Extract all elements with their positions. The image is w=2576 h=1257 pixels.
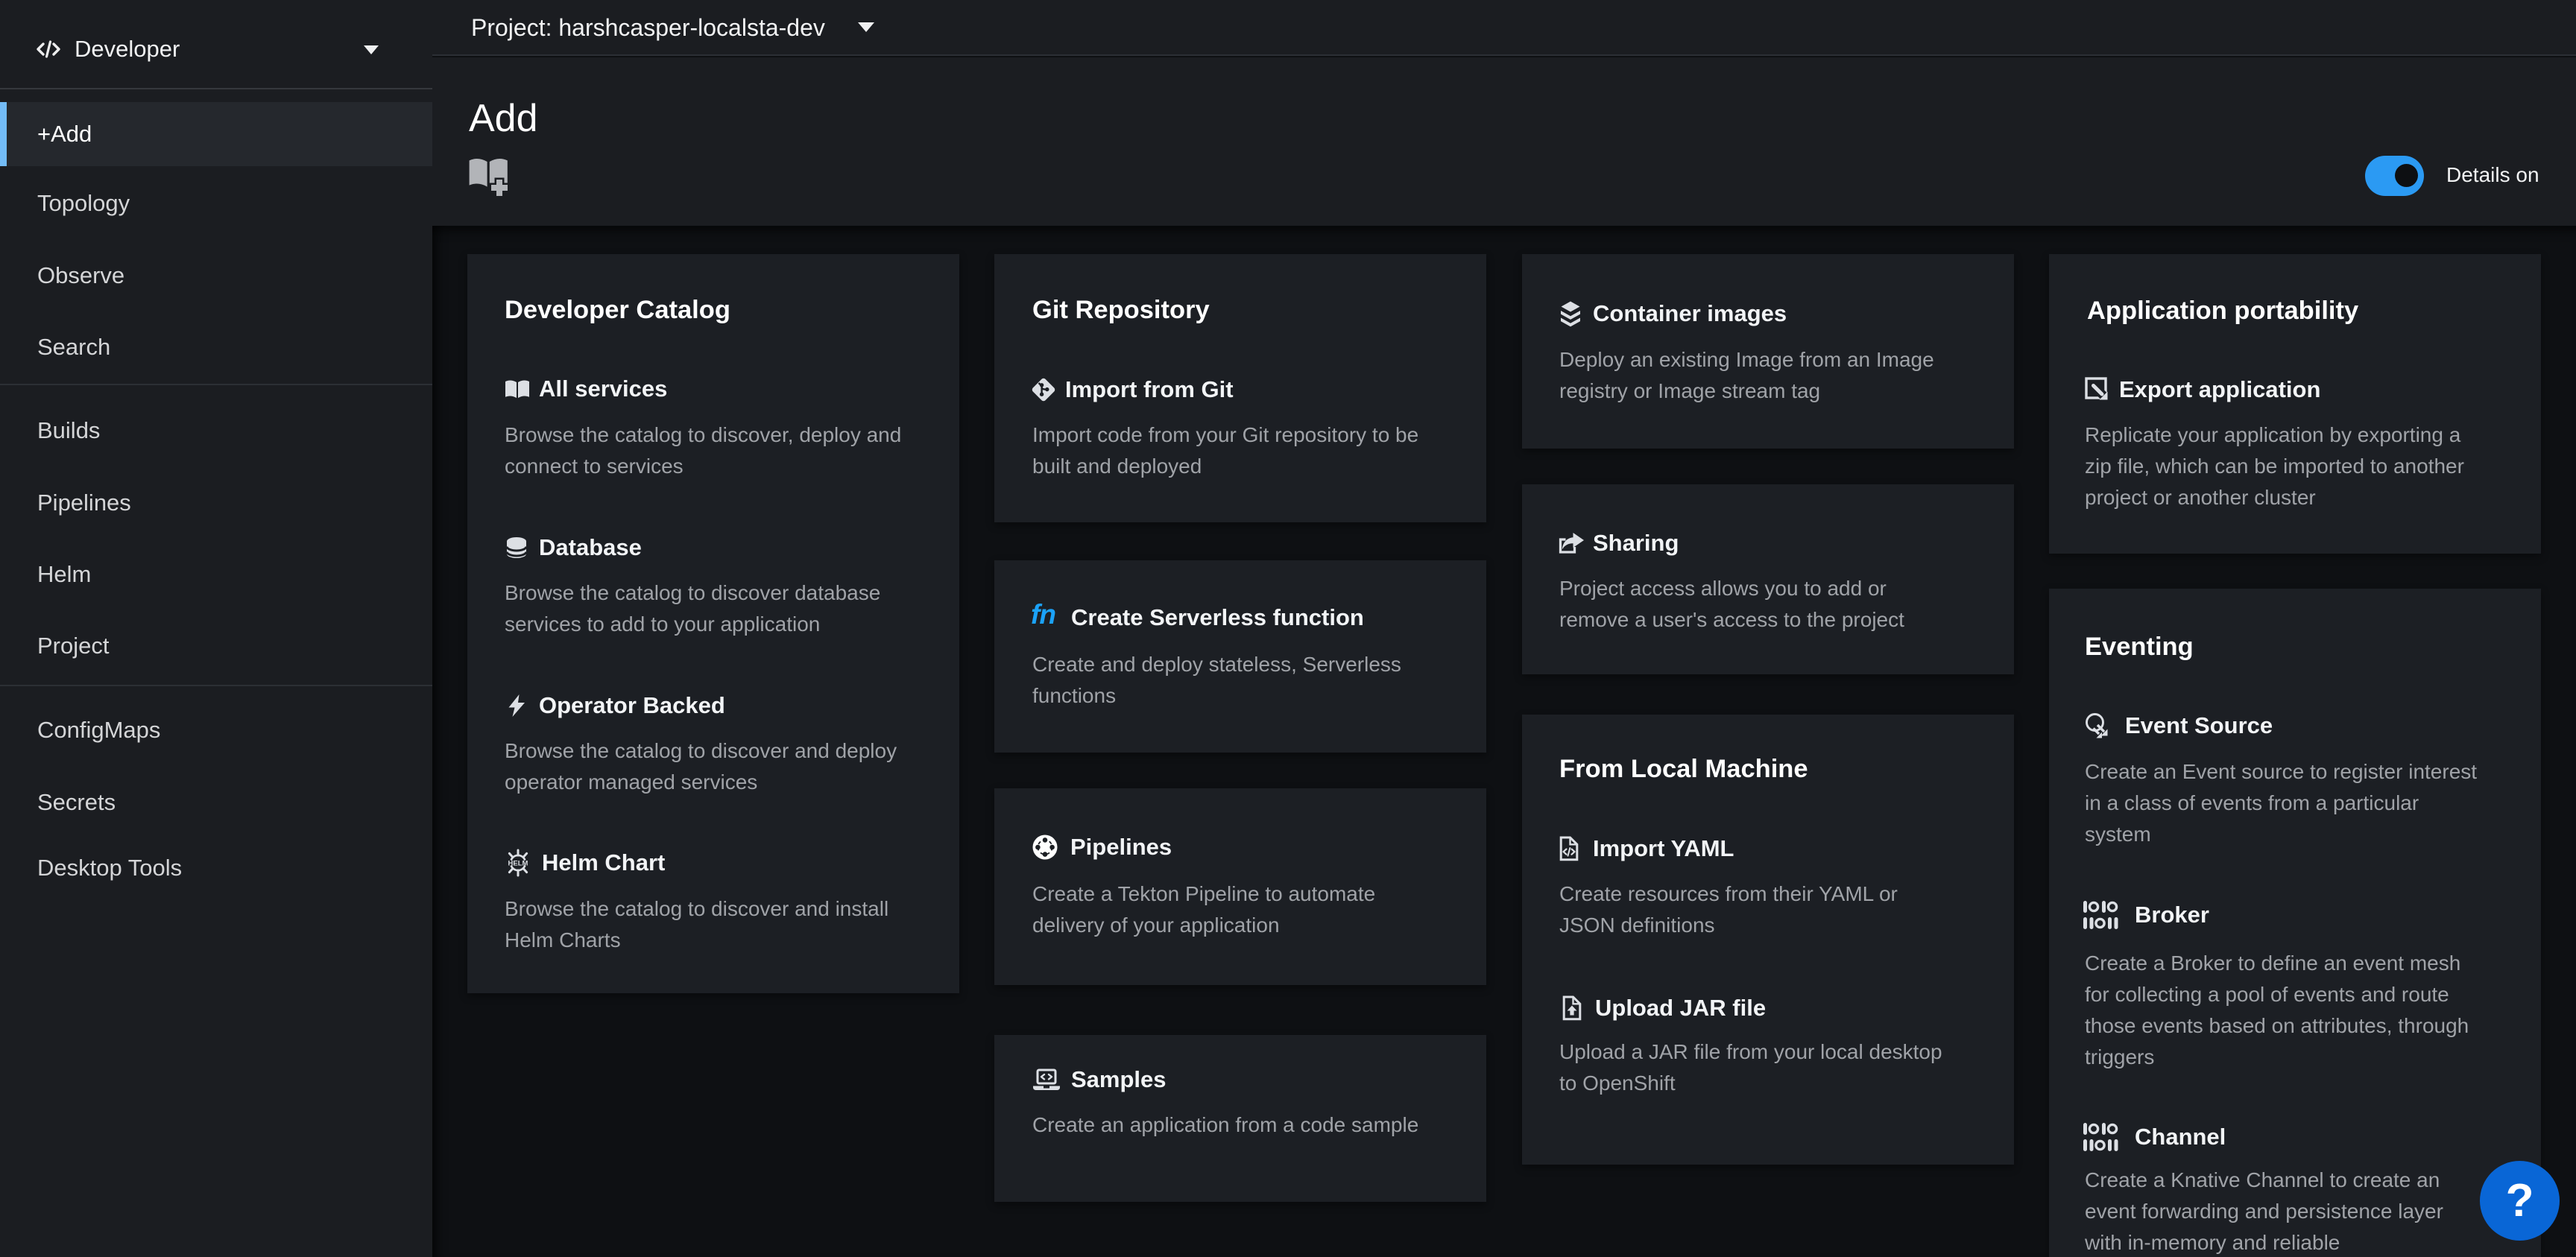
svg-text:HELM: HELM (508, 860, 528, 868)
